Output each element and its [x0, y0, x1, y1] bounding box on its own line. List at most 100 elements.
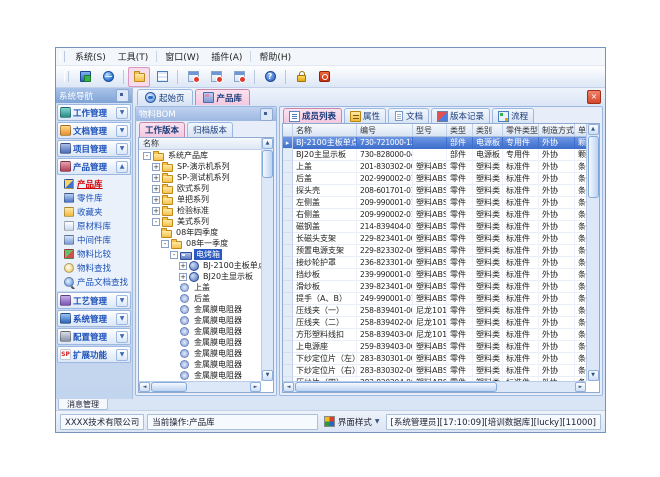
- column-header-型号[interactable]: 型号: [413, 124, 447, 137]
- collapse-icon[interactable]: -: [152, 218, 160, 226]
- tree-node[interactable]: 上盖: [139, 282, 261, 293]
- chevron-down-icon[interactable]: ▼: [116, 125, 128, 137]
- menu-item[interactable]: 窗口(W): [159, 49, 205, 64]
- tab-成员列表[interactable]: 成员列表: [283, 108, 342, 123]
- sidebar-group-配置管理[interactable]: 配置管理▼: [57, 328, 131, 345]
- sidebar-item-物料查找[interactable]: 物料查找: [57, 261, 131, 275]
- column-header-类型[interactable]: 类型: [447, 124, 473, 137]
- menu-item[interactable]: 系统(S): [69, 49, 112, 64]
- tree-node[interactable]: 金属膜电阻器: [139, 326, 261, 337]
- desktop-button[interactable]: [74, 67, 96, 87]
- window-badge-button[interactable]: [205, 67, 227, 87]
- table-row[interactable]: 左侧盖209-990001-01I塑料ABS零件塑料类标准件外协条: [283, 197, 586, 209]
- menu-item[interactable]: 插件(A): [205, 49, 248, 64]
- sidebar-item-中间件库[interactable]: 中间件库: [57, 233, 131, 247]
- tree-node[interactable]: 金属膜电阻器: [139, 348, 261, 359]
- table-row[interactable]: 挡纱板239-990001-01I塑料ABS零件塑料类标准件外协条: [283, 269, 586, 281]
- tree-node[interactable]: -系统产品库: [139, 150, 261, 161]
- tab-工作版本[interactable]: 工作版本: [139, 122, 185, 137]
- scroll-down-icon[interactable]: ▼: [262, 370, 273, 381]
- tree-node[interactable]: 金属膜电阻器: [139, 337, 261, 348]
- column-header-编号[interactable]: 编号: [357, 124, 413, 137]
- globe-button[interactable]: [97, 67, 119, 87]
- scrollbar-thumb[interactable]: [262, 150, 273, 178]
- exit-button[interactable]: [313, 67, 335, 87]
- menu-item[interactable]: 工具(T): [112, 49, 155, 64]
- tab-属性[interactable]: 属性: [344, 108, 386, 123]
- table-row[interactable]: 滑纱板239-823401-00I塑料ABS零件塑料类标准件外协条: [283, 281, 586, 293]
- expand-icon[interactable]: +: [152, 207, 160, 215]
- table-row[interactable]: 上盖201-830302-00I塑料ABS零件塑料类标准件外协条: [283, 161, 586, 173]
- table-row[interactable]: 压线夹（二）258-839402-00I尼龙1010零件塑料类标准件外协条: [283, 317, 586, 329]
- column-header-制造方式[interactable]: 制造方式: [539, 124, 575, 137]
- scrollbar-thumb[interactable]: [151, 382, 187, 392]
- expand-icon[interactable]: +: [152, 163, 160, 171]
- column-header-零件类型[interactable]: 零件类型: [503, 124, 539, 137]
- tab-流程[interactable]: 流程: [492, 108, 534, 123]
- close-icon[interactable]: ×: [587, 90, 601, 104]
- tab-版本记录[interactable]: 版本记录: [431, 108, 490, 123]
- menu-item[interactable]: 帮助(H): [253, 49, 297, 64]
- folder-window-button[interactable]: [128, 67, 150, 87]
- collapse-icon[interactable]: -: [170, 251, 178, 259]
- scroll-left-icon[interactable]: ◄: [139, 382, 150, 392]
- table-vertical-scrollbar[interactable]: ▲ ▼: [586, 124, 599, 381]
- help-button[interactable]: [259, 67, 281, 87]
- table-row[interactable]: BJ20主显示板730-828000-04I部件电源板专用件外协颗: [283, 149, 586, 161]
- tree-node[interactable]: 金属膜电阻器: [139, 359, 261, 370]
- sidebar-item-收藏夹[interactable]: 收藏夹: [57, 205, 131, 219]
- table-row[interactable]: 后盖202-990002-01I塑料ABS零件塑料类标准件外协条: [283, 173, 586, 185]
- sidebar-group-项目管理[interactable]: 项目管理▼: [57, 140, 131, 157]
- tree-node[interactable]: -电烤箱: [139, 249, 261, 260]
- column-header-单位[interactable]: 单位: [575, 124, 586, 137]
- table-row[interactable]: 压线夹（一）258-839401-00I尼龙1010零件塑料类标准件外协条: [283, 305, 586, 317]
- table-row[interactable]: 右侧盖209-990002-01I塑料ABS零件塑料类标准件外协条: [283, 209, 586, 221]
- expand-icon[interactable]: +: [152, 196, 160, 204]
- chevron-up-icon[interactable]: ▲: [116, 161, 128, 173]
- table-row[interactable]: 长磁头支架229-823401-00I塑料ABS零件塑料类标准件外协条: [283, 233, 586, 245]
- chevron-down-icon[interactable]: ▼: [116, 313, 128, 325]
- grid-button[interactable]: [151, 67, 173, 87]
- expand-icon[interactable]: +: [179, 262, 187, 270]
- tab-归档版本[interactable]: 归档版本: [187, 122, 233, 137]
- tree-node[interactable]: 金属膜电阻器: [139, 304, 261, 315]
- tree-node[interactable]: +单把系列: [139, 194, 261, 205]
- message-manager-tab[interactable]: 消息管理: [58, 399, 108, 410]
- scroll-left-icon[interactable]: ◄: [283, 382, 294, 392]
- scroll-right-icon[interactable]: ►: [575, 382, 586, 392]
- collapse-icon[interactable]: -: [143, 152, 151, 160]
- table-row[interactable]: 方形塑料线扣258-839403-00I尼龙1010零件塑料类标准件外协条: [283, 329, 586, 341]
- ui-style-dropdown[interactable]: 界面样式 ▼: [321, 415, 383, 429]
- tree-node[interactable]: 金属膜电阻器: [139, 370, 261, 381]
- tree-node[interactable]: -美式系列: [139, 216, 261, 227]
- table-row[interactable]: 接纱轮护罩236-823301-00I塑料ABS零件塑料类标准件外协条: [283, 257, 586, 269]
- table-horizontal-scrollbar[interactable]: ◄ ►: [283, 381, 586, 392]
- sidebar-group-工作管理[interactable]: 工作管理▼: [57, 104, 131, 121]
- chevron-down-icon[interactable]: ▼: [116, 143, 128, 155]
- pin-icon[interactable]: [260, 108, 273, 121]
- sidebar-group-产品管理[interactable]: 产品管理▲: [57, 158, 131, 175]
- table-row[interactable]: 预置电源支架229-823302-00I塑料ABS零件塑料类标准件外协条: [283, 245, 586, 257]
- scrollbar-thumb[interactable]: [295, 382, 497, 392]
- sidebar-item-原材料库[interactable]: 原材料库: [57, 219, 131, 233]
- table-row[interactable]: 上电源座259-839403-00I塑料ABS零件塑料类标准件外协条: [283, 341, 586, 353]
- expand-icon[interactable]: +: [179, 273, 187, 281]
- pin-icon[interactable]: [116, 89, 129, 102]
- tab-文档[interactable]: 文档: [388, 108, 429, 123]
- chevron-down-icon[interactable]: ▼: [116, 107, 128, 119]
- column-header-名称[interactable]: 名称: [293, 124, 357, 137]
- tree-node[interactable]: +BJ20主显示板: [139, 271, 261, 282]
- table-row[interactable]: 探头壳208-601701-01I塑料ABS零件塑料类标准件外协条: [283, 185, 586, 197]
- scroll-up-icon[interactable]: ▲: [262, 138, 273, 149]
- tree-horizontal-scrollbar[interactable]: ◄ ►: [139, 381, 261, 392]
- sidebar-group-扩展功能[interactable]: 扩展功能▼: [57, 346, 131, 363]
- table-row[interactable]: 下纱定位片（左）283-830301-00I塑料ABS零件塑料类标准件外协条: [283, 353, 586, 365]
- sidebar-group-文档管理[interactable]: 文档管理▼: [57, 122, 131, 139]
- sidebar-group-工艺管理[interactable]: 工艺管理▼: [57, 292, 131, 309]
- tree-vertical-scrollbar[interactable]: ▲ ▼: [261, 138, 273, 381]
- chevron-down-icon[interactable]: ▼: [116, 295, 128, 307]
- collapse-icon[interactable]: -: [161, 240, 169, 248]
- scroll-up-icon[interactable]: ▲: [588, 124, 599, 135]
- table-row[interactable]: ▸BJ-2100主板单点730-721000-12I部件电源板专用件外协颗: [283, 137, 586, 149]
- table-row[interactable]: 磁钢盖214-839404-01I塑料ABS零件塑料类标准件外协条: [283, 221, 586, 233]
